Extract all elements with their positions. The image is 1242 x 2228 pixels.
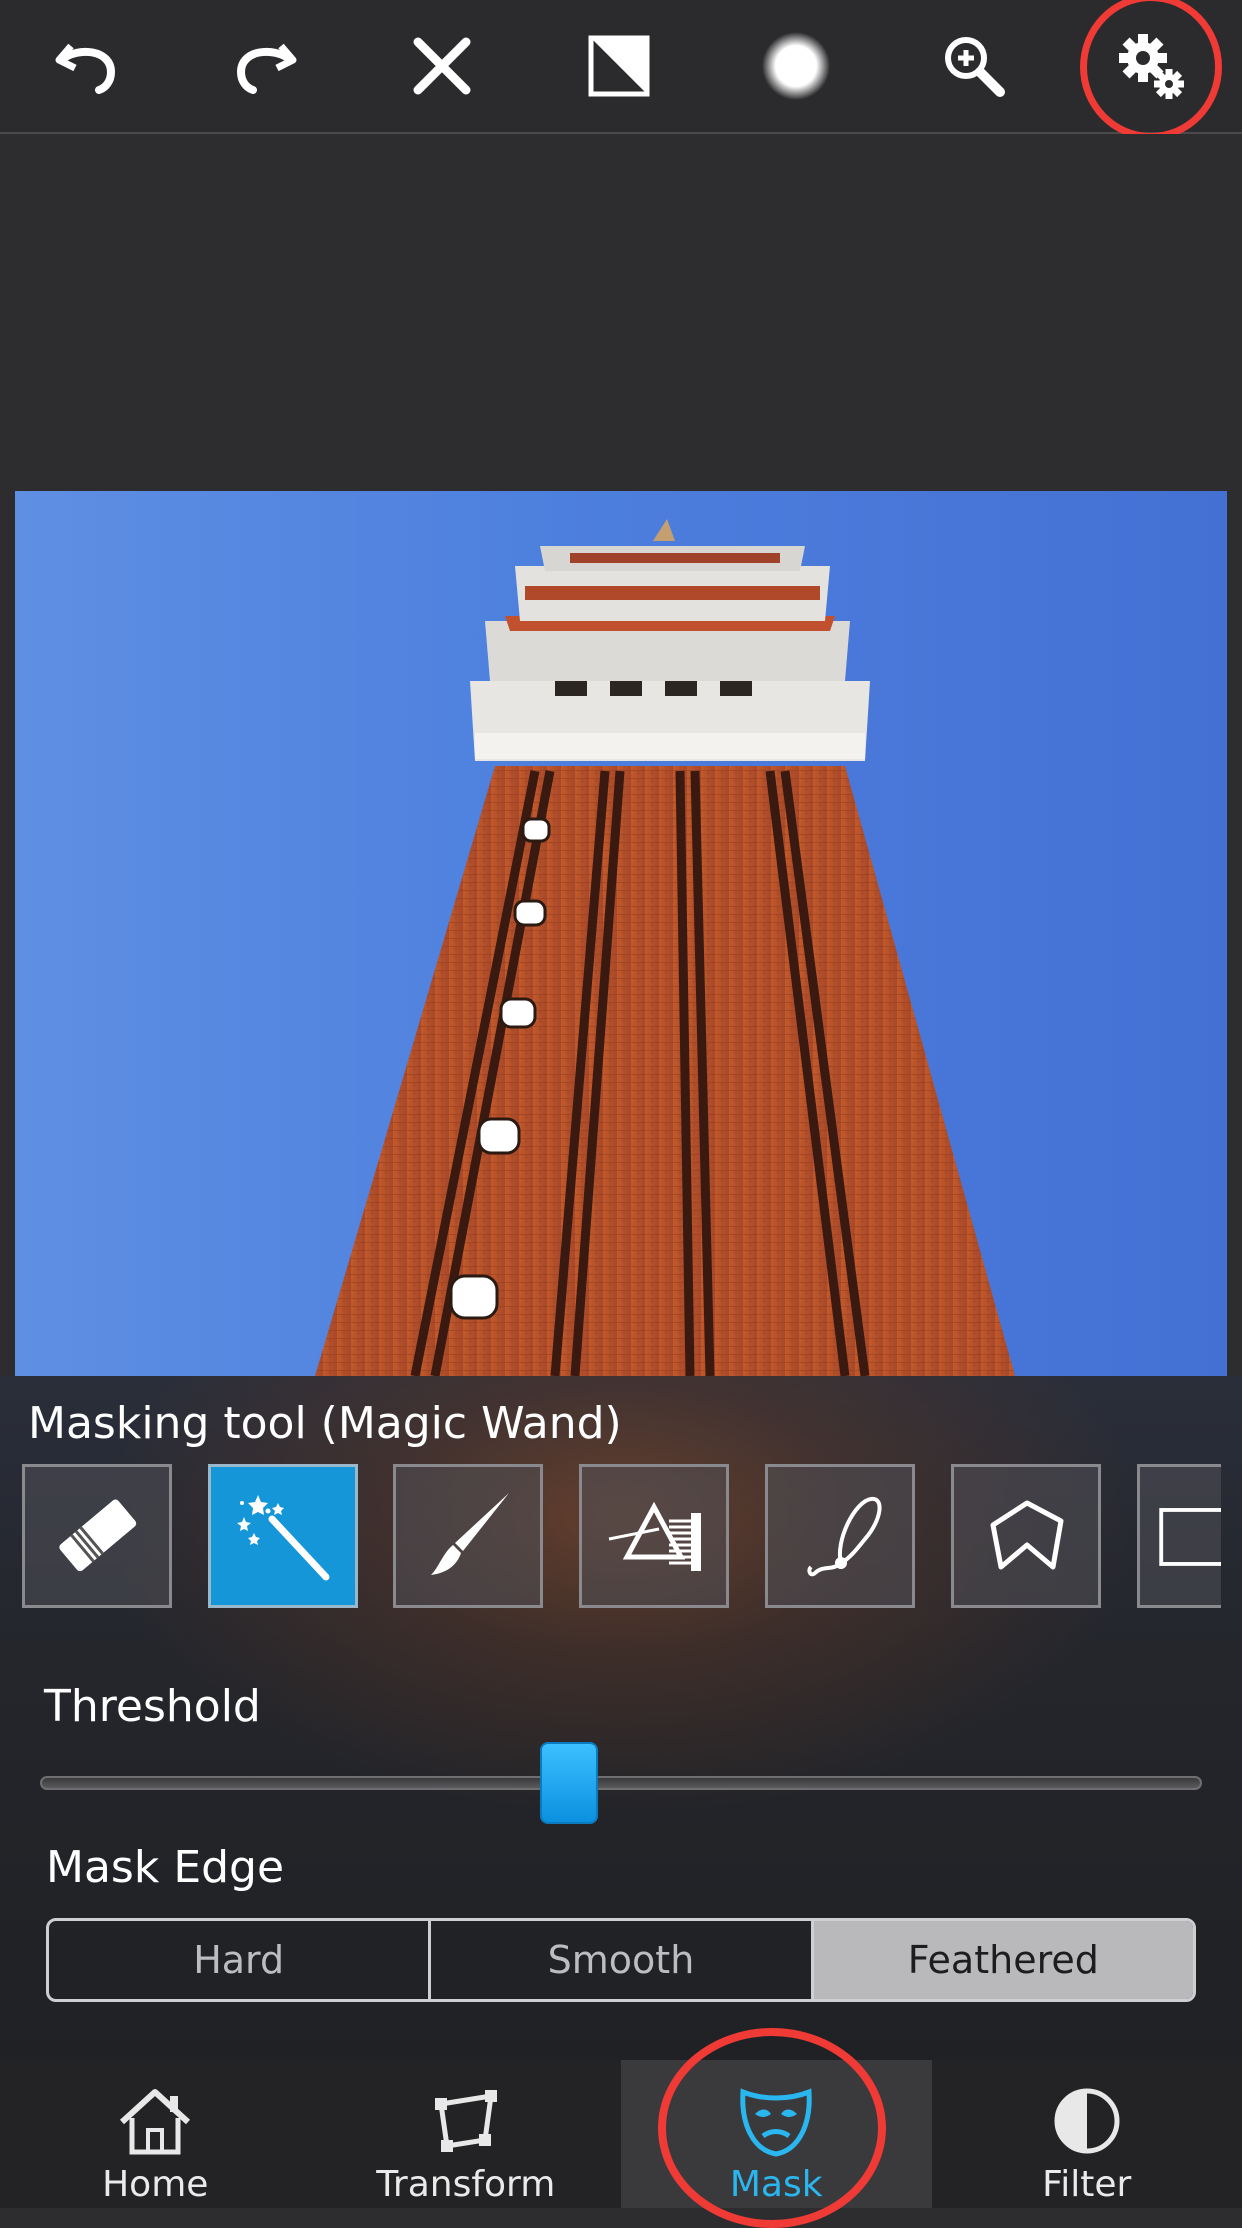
close-icon <box>404 28 480 104</box>
rectangle-icon <box>1140 1481 1221 1591</box>
undo-button[interactable] <box>37 16 137 116</box>
undo-icon <box>49 28 125 104</box>
polygon-icon <box>971 1481 1081 1591</box>
eraser-icon <box>42 1481 152 1591</box>
brush-softness-icon <box>758 28 834 104</box>
lasso-icon <box>785 1481 895 1591</box>
tool-brush[interactable] <box>393 1464 543 1608</box>
mask-edge-label: Mask Edge <box>46 1842 284 1893</box>
tab-mask-label: Mask <box>730 2164 823 2205</box>
clear-mask-button[interactable] <box>392 16 492 116</box>
tab-filter-label: Filter <box>1042 2164 1131 2205</box>
home-icon <box>114 2084 196 2158</box>
zoom-in-icon <box>936 28 1012 104</box>
magic-wand-icon <box>228 1481 338 1591</box>
tool-title: Masking tool (Magic Wand) <box>28 1398 622 1449</box>
tab-transform-label: Transform <box>376 2164 555 2205</box>
filter-icon <box>1046 2084 1128 2158</box>
tool-color-range[interactable] <box>579 1464 729 1608</box>
settings-gears-icon <box>1113 28 1189 104</box>
bottom-tab-bar: Home Transform Mask Filter <box>0 2060 1242 2208</box>
tab-home-label: Home <box>102 2164 208 2205</box>
settings-button[interactable] <box>1101 16 1201 116</box>
mask-edge-smooth[interactable]: Smooth <box>431 1921 813 1999</box>
mask-edge-segmented-control: Hard Smooth Feathered <box>46 1918 1196 2002</box>
tab-home[interactable]: Home <box>0 2060 311 2208</box>
tool-lasso[interactable] <box>765 1464 915 1608</box>
tool-polygon[interactable] <box>951 1464 1101 1608</box>
redo-button[interactable] <box>215 16 315 116</box>
color-range-icon <box>599 1481 709 1591</box>
mask-icon <box>735 2084 817 2158</box>
mask-tool-panel: Masking tool (Magic Wand) <box>0 1376 1242 2060</box>
tool-magic-wand[interactable] <box>208 1464 358 1608</box>
threshold-slider-thumb[interactable] <box>540 1742 598 1824</box>
invert-mask-button[interactable] <box>569 16 669 116</box>
tool-eraser[interactable] <box>22 1464 172 1608</box>
top-toolbar <box>0 0 1242 134</box>
tab-mask[interactable]: Mask <box>621 2060 932 2208</box>
tab-filter[interactable]: Filter <box>932 2060 1242 2208</box>
tool-rectangle[interactable] <box>1137 1464 1221 1608</box>
brush-icon <box>413 1481 523 1591</box>
tab-transform[interactable]: Transform <box>311 2060 622 2208</box>
redo-icon <box>227 28 303 104</box>
threshold-label: Threshold <box>44 1681 261 1732</box>
brush-softness-button[interactable] <box>746 16 846 116</box>
photo-bell-tower[interactable] <box>15 491 1227 1376</box>
zoom-button[interactable] <box>924 16 1024 116</box>
threshold-slider-track[interactable] <box>40 1776 1202 1790</box>
mask-edge-feathered[interactable]: Feathered <box>814 1921 1193 1999</box>
tower-image <box>15 491 1227 1376</box>
mask-edge-hard[interactable]: Hard <box>49 1921 431 1999</box>
invert-mask-icon <box>581 28 657 104</box>
transform-icon <box>425 2084 507 2158</box>
